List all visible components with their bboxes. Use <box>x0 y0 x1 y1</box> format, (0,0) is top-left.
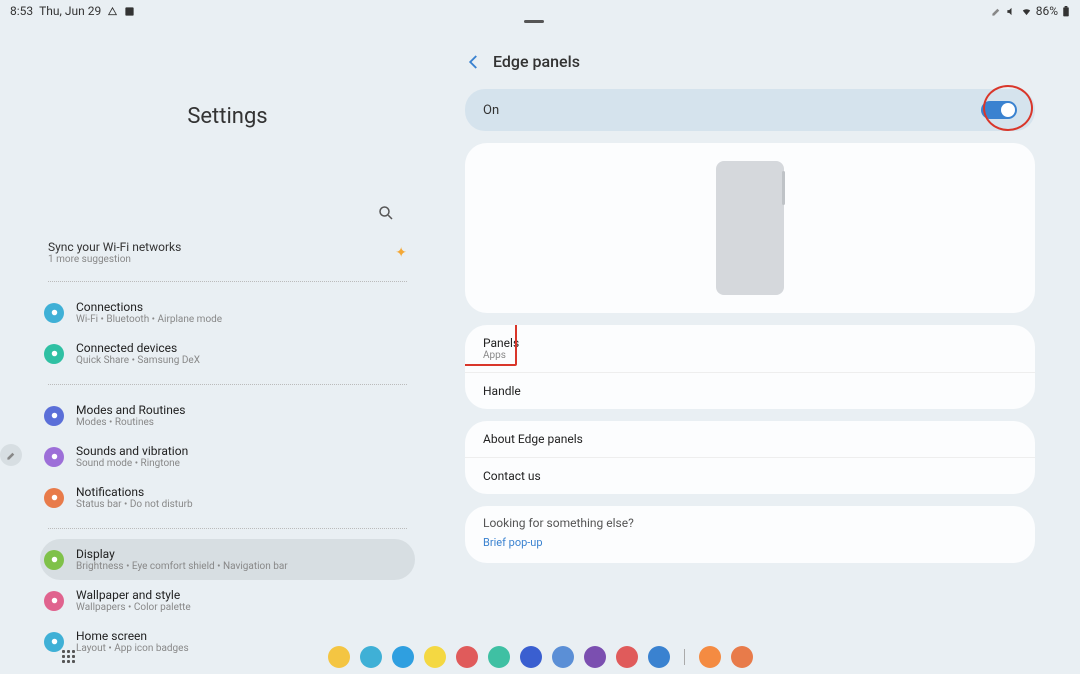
status-bar: 8:53 Thu, Jun 29 86% <box>0 0 1080 22</box>
dock-app-1[interactable] <box>360 646 382 668</box>
dock-app-4[interactable] <box>456 646 478 668</box>
setting-sub: Wallpapers • Color palette <box>76 602 411 613</box>
setting-title: Modes and Routines <box>76 403 411 417</box>
setting-title: Display <box>76 547 411 561</box>
setting-title: Home screen <box>76 629 411 643</box>
back-button[interactable] <box>465 53 483 71</box>
dock-app-5[interactable] <box>488 646 510 668</box>
setting-sub: Sound mode • Ringtone <box>76 458 411 469</box>
pen-icon <box>991 6 1002 17</box>
setting-title: Sounds and vibration <box>76 444 411 458</box>
sidebar-item-notifications[interactable]: Notifications Status bar • Do not distur… <box>40 477 415 518</box>
setting-icon <box>44 591 64 611</box>
dock-app-9[interactable] <box>616 646 638 668</box>
panel-preview <box>716 161 784 295</box>
status-time: 8:53 <box>10 4 33 18</box>
looking-card: Looking for something else? Brief pop-up <box>465 506 1035 563</box>
sidebar-item-modes-and-routines[interactable]: Modes and Routines Modes • Routines <box>40 395 415 436</box>
panel-preview-handle <box>782 171 785 205</box>
detail-panel: Edge panels On Panels Apps Handle <box>455 22 1080 636</box>
dock-app-6[interactable] <box>520 646 542 668</box>
setting-sub: Modes • Routines <box>76 417 411 428</box>
divider <box>48 281 407 282</box>
detail-title: Edge panels <box>493 52 580 71</box>
divider <box>48 384 407 385</box>
dock-app-7[interactable] <box>552 646 574 668</box>
looking-title: Looking for something else? <box>465 506 1035 534</box>
edit-fab[interactable] <box>0 444 22 466</box>
setting-sub: Wi-Fi • Bluetooth • Airplane mode <box>76 314 411 325</box>
image-icon <box>124 6 135 17</box>
panels-item[interactable]: Panels Apps <box>465 325 1035 373</box>
status-date: Thu, Jun 29 <box>39 4 101 18</box>
suggestion-sub: 1 more suggestion <box>48 254 181 265</box>
dock-app-8[interactable] <box>584 646 606 668</box>
sidebar-item-connected-devices[interactable]: Connected devices Quick Share • Samsung … <box>40 333 415 374</box>
sparkle-icon: ✦ <box>395 245 407 261</box>
search-icon[interactable] <box>377 204 395 222</box>
dock-app-10[interactable] <box>648 646 670 668</box>
settings-title: Settings <box>40 104 415 129</box>
battery-icon <box>1062 6 1070 17</box>
divider <box>48 528 407 529</box>
about-item[interactable]: About Edge panels <box>465 421 1035 458</box>
dock-app-2[interactable] <box>392 646 414 668</box>
sidebar-item-connections[interactable]: Connections Wi-Fi • Bluetooth • Airplane… <box>40 292 415 333</box>
toggle-label: On <box>483 103 499 118</box>
dock-app-0[interactable] <box>328 646 350 668</box>
setting-icon <box>44 344 64 364</box>
suggestion-title: Sync your Wi-Fi networks <box>48 240 181 254</box>
dock <box>0 646 1080 668</box>
setting-sub: Quick Share • Samsung DeX <box>76 355 411 366</box>
setting-icon <box>44 303 64 323</box>
sidebar-item-sounds-and-vibration[interactable]: Sounds and vibration Sound mode • Ringto… <box>40 436 415 477</box>
dock-app-3[interactable] <box>424 646 446 668</box>
setting-icon <box>44 447 64 467</box>
dock-app-12[interactable] <box>731 646 753 668</box>
panel-preview-card <box>465 143 1035 313</box>
toggle-switch[interactable] <box>981 101 1017 119</box>
dock-divider <box>684 649 685 665</box>
edge-panels-toggle-row[interactable]: On <box>465 89 1035 131</box>
wifi-icon <box>1021 6 1032 17</box>
suggestion-row[interactable]: Sync your Wi-Fi networks 1 more suggesti… <box>40 234 415 271</box>
setting-icon <box>44 406 64 426</box>
setting-icon <box>44 550 64 570</box>
sidebar-item-wallpaper-and-style[interactable]: Wallpaper and style Wallpapers • Color p… <box>40 580 415 621</box>
setting-title: Notifications <box>76 485 411 499</box>
handle-item[interactable]: Handle <box>465 373 1035 409</box>
about-contact-card: About Edge panels Contact us <box>465 421 1035 494</box>
mute-icon <box>1006 6 1017 17</box>
setting-title: Connected devices <box>76 341 411 355</box>
toggle-knob <box>1001 103 1015 117</box>
setting-sub: Status bar • Do not disturb <box>76 499 411 510</box>
setting-sub: Brightness • Eye comfort shield • Naviga… <box>76 561 411 572</box>
dock-app-11[interactable] <box>699 646 721 668</box>
panels-handle-card: Panels Apps Handle <box>465 325 1035 409</box>
setting-title: Connections <box>76 300 411 314</box>
setting-icon <box>44 488 64 508</box>
setting-title: Wallpaper and style <box>76 588 411 602</box>
settings-sidebar: Settings Sync your Wi-Fi networks 1 more… <box>0 22 455 636</box>
brief-popup-link[interactable]: Brief pop-up <box>465 534 1035 563</box>
warning-icon <box>107 6 118 17</box>
battery-percent: 86% <box>1036 4 1058 18</box>
camera-notch-indicator <box>524 20 544 23</box>
sidebar-item-display[interactable]: Display Brightness • Eye comfort shield … <box>40 539 415 580</box>
contact-item[interactable]: Contact us <box>465 458 1035 494</box>
